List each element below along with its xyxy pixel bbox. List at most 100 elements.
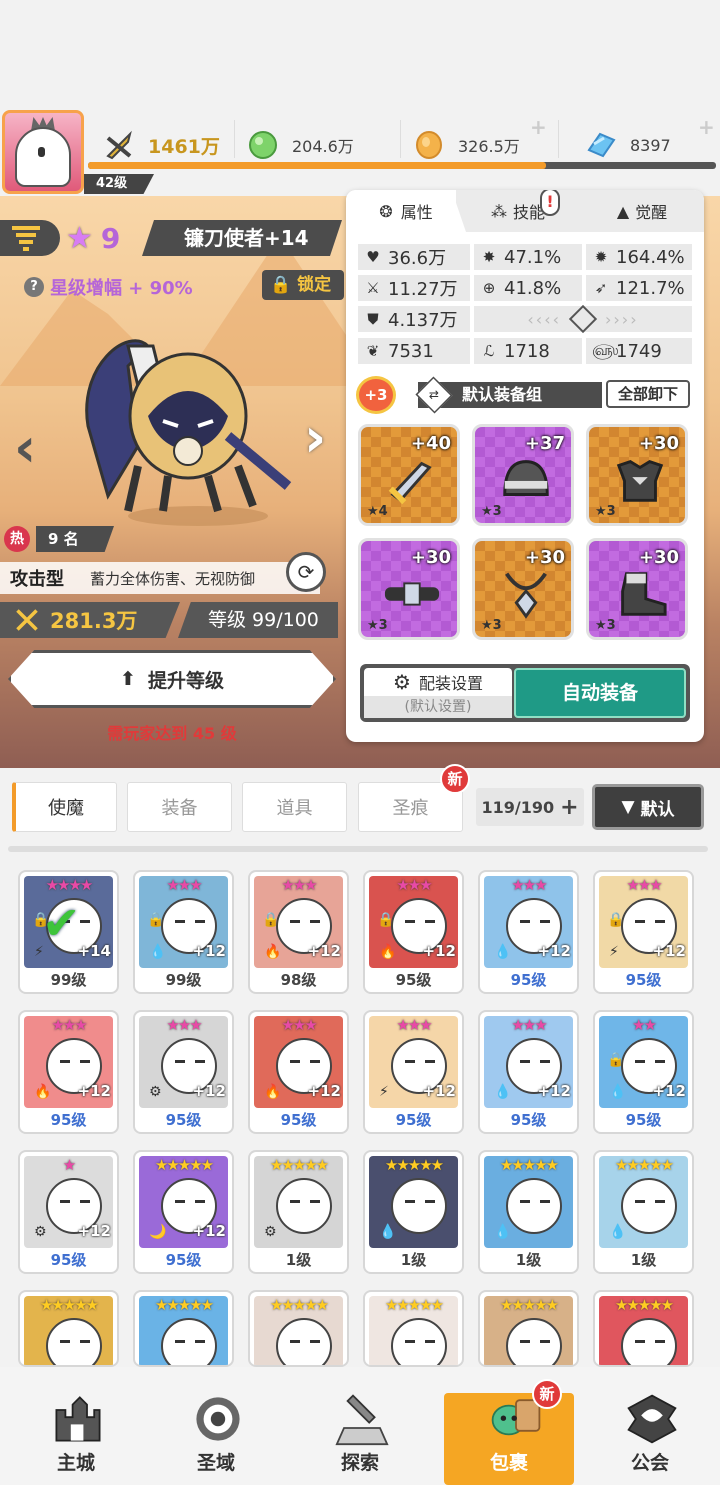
familiar-eye — [425, 1060, 435, 1063]
familiar-card[interactable]: 🔥 🔒 ★★★ +12 98级 — [248, 870, 349, 994]
necklace-icon — [505, 572, 547, 619]
familiar-card[interactable]: 🔥 ★★★ +12 95级 — [248, 1010, 349, 1134]
tab-equipment[interactable]: 装备 — [127, 782, 232, 832]
familiar-card[interactable]: 💧 ★★★★★ 1级 — [363, 1150, 464, 1274]
element-icon: 💧 — [609, 1224, 627, 1240]
familiar-card[interactable]: 💧 ★★★ +12 95级 — [478, 1010, 579, 1134]
set-bonus-badge[interactable]: +3 — [356, 376, 396, 414]
familiar-eye — [175, 1340, 185, 1343]
familiar-card[interactable]: 🔥 🔒 ★★★ +12 95级 — [363, 870, 464, 994]
familiar-card[interactable]: 🔥 ★★★ +12 95级 — [18, 1010, 119, 1134]
familiar-card[interactable]: ⚙ ★ +12 95级 — [18, 1150, 119, 1274]
add-crystal-icon[interactable]: + — [698, 117, 716, 137]
familiar-level: 95级 — [395, 1111, 432, 1129]
equipment-slot-necklace[interactable]: +30 ★3 — [472, 538, 574, 640]
lock-button[interactable]: 🔒 锁定 — [262, 270, 344, 300]
familiar-card[interactable]: ★★★★★ — [248, 1290, 349, 1367]
familiar-level: 98级 — [280, 971, 317, 989]
stat-crit-damage: ✹ 164.4% — [586, 244, 692, 270]
green-gem-icon — [249, 131, 277, 159]
scroll-track[interactable] — [8, 846, 708, 852]
familiar-eye — [635, 920, 645, 923]
familiar-level: 95级 — [280, 1111, 317, 1129]
loadout-settings-button[interactable]: ⚙ 配装设置 (默认设置) — [364, 668, 512, 718]
familiar-card[interactable]: 🌙 ★★★★★ +12 95级 — [133, 1150, 234, 1274]
sort-dropdown[interactable]: ▼ 默认 — [592, 784, 704, 830]
castle-icon — [55, 1396, 101, 1442]
familiar-eye — [425, 920, 435, 923]
familiar-plus: +12 — [192, 942, 226, 960]
familiar-card[interactable]: ⚙ ★★★★★ 1级 — [248, 1150, 349, 1274]
nav-castle[interactable]: 主城 — [6, 1367, 146, 1485]
familiar-card[interactable]: ⚡ 🔒 ✔ ★★★★ +14 99级 — [18, 870, 119, 994]
familiar-eye — [80, 920, 90, 923]
familiar-card[interactable]: ⚙ ★★★ +12 95级 — [133, 1010, 234, 1134]
lock-icon: 🔒 — [262, 912, 280, 928]
familiar-card[interactable]: 💧 🔒 ★★ +12 95级 — [593, 1010, 694, 1134]
stat-wind: ❦ 7531 — [358, 338, 470, 364]
nav-guild[interactable]: 公会 — [580, 1367, 720, 1485]
equipment-slot-helmet[interactable]: +37 ★3 — [472, 424, 574, 526]
tab-attributes[interactable]: ❂ 属性 — [346, 190, 466, 232]
unequip-all-button[interactable]: 全部卸下 — [606, 380, 690, 408]
familiar-plus: +12 — [652, 1082, 686, 1100]
stat-row: ⚔ 11.27万 ⊕ 41.8% ➶ 121.7% — [358, 275, 692, 301]
familiar-plus: +12 — [652, 942, 686, 960]
nav-vortex[interactable]: 圣域 — [146, 1367, 286, 1485]
add-gold-icon[interactable]: + — [530, 117, 548, 137]
popularity-rank[interactable]: 热 9 名 — [4, 526, 114, 552]
stat-value: 1749 — [616, 340, 662, 362]
attributes-icon: ❂ — [379, 201, 393, 221]
upgrade-level-button[interactable]: ⬆ 提升等级 — [8, 650, 336, 708]
equipment-slot-sword[interactable]: +40 ★4 — [358, 424, 460, 526]
familiar-level: 95级 — [50, 1251, 87, 1269]
familiar-card[interactable]: 💧 ★★★★★ 1级 — [593, 1150, 694, 1274]
familiar-card[interactable]: ★★★★★ — [133, 1290, 234, 1367]
caret-down-icon: ▼ — [621, 797, 635, 817]
familiar-card[interactable]: 💧 🔒 ★★★ +12 99级 — [133, 870, 234, 994]
player-avatar[interactable] — [2, 110, 84, 194]
familiar-card[interactable]: ★★★★★ — [363, 1290, 464, 1367]
familiar-eye — [80, 1200, 90, 1203]
rotate-view-icon[interactable]: ⟳ — [286, 552, 326, 592]
familiar-card[interactable]: 💧 ★★★★★ 1级 — [478, 1150, 579, 1274]
familiar-stars: ★★★ — [511, 1016, 547, 1034]
familiar-card[interactable]: ⚡ 🔒 ★★★ +12 95级 — [593, 870, 694, 994]
familiar-eye — [290, 920, 300, 923]
equipment-slot-belt[interactable]: +30 ★3 — [358, 538, 460, 640]
familiar-head — [391, 1318, 447, 1365]
familiar-level: 95级 — [510, 971, 547, 989]
tab-skill[interactable]: ⁂ 技能 — [456, 190, 580, 232]
element-icon: 💧 — [494, 1224, 512, 1240]
familiar-eye — [175, 1200, 185, 1203]
tab-awaken[interactable]: ▲ 觉醒 — [580, 190, 704, 232]
familiar-card[interactable]: ★★★★★ — [478, 1290, 579, 1367]
nav-bag[interactable]: 包裹 新 — [444, 1379, 574, 1485]
awaken-icon: ▲ — [616, 201, 630, 221]
familiar-card[interactable]: ★★★★★ — [18, 1290, 119, 1367]
familiar-eye — [655, 1060, 665, 1063]
tornado-icon — [12, 226, 40, 251]
skill-icon: ⁂ — [490, 201, 507, 221]
crystal-value: 8397 — [630, 135, 671, 155]
nav-sword-stone[interactable]: 探索 — [290, 1367, 430, 1485]
chevrons-icon: ›››› — [605, 309, 639, 329]
tab-familiars[interactable]: 使魔 — [12, 782, 117, 832]
familiar-head — [276, 1318, 332, 1365]
familiar-card[interactable]: 💧 ★★★ +12 95级 — [478, 870, 579, 994]
auto-equip-button[interactable]: 自动装备 — [514, 668, 686, 718]
equipment-slot-armor[interactable]: +30 ★3 — [586, 424, 688, 526]
prev-hero-arrow[interactable]: ‹ — [14, 416, 36, 479]
familiar-eye — [540, 1200, 550, 1203]
next-hero-arrow[interactable]: › — [304, 406, 326, 469]
tab-items[interactable]: 道具 — [242, 782, 347, 832]
loadout-settings-sub: (默认设置) — [364, 696, 512, 718]
swirl-icon: ❦ — [366, 342, 380, 360]
capacity-display[interactable]: 119/190 + — [476, 788, 584, 826]
familiar-level: 99级 — [165, 971, 202, 989]
familiar-card[interactable]: ⚡ ★★★ +12 95级 — [363, 1010, 464, 1134]
equipment-slot-boots[interactable]: +30 ★3 — [586, 538, 688, 640]
help-icon[interactable]: ? — [24, 277, 44, 297]
familiar-eye — [635, 1340, 645, 1343]
familiar-card[interactable]: ★★★★★ — [593, 1290, 694, 1367]
